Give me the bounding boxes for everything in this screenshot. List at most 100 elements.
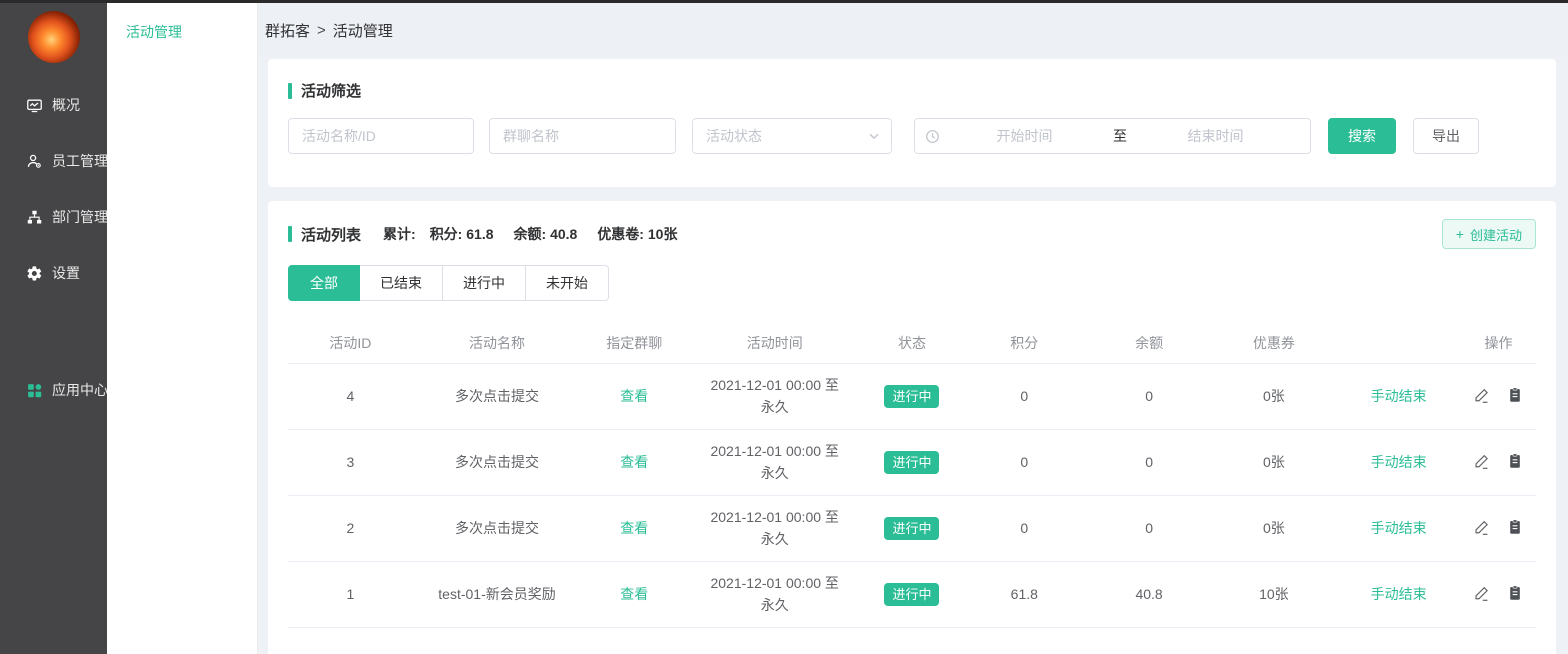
edit-icon[interactable] xyxy=(1473,387,1491,405)
export-button[interactable]: 导出 xyxy=(1413,118,1479,154)
clipboard-icon[interactable] xyxy=(1507,585,1525,603)
table-row: 3 多次点击提交 查看 2021-12-01 00:00 至永久 进行中 0 0… xyxy=(288,429,1536,495)
cell-time: 2021-12-01 00:00 至永久 xyxy=(687,429,862,495)
col-actions: 操作 xyxy=(1461,323,1536,363)
view-group-link[interactable]: 查看 xyxy=(620,454,648,470)
status-tabs: 全部 已结束 进行中 未开始 xyxy=(288,265,1536,301)
tab-ongoing[interactable]: 进行中 xyxy=(443,265,526,301)
sidebar-item-employees[interactable]: 员工管理 xyxy=(0,133,107,189)
cell-coupon: 0张 xyxy=(1211,495,1336,561)
activity-name-input[interactable] xyxy=(288,118,474,154)
table-row: 2 多次点击提交 查看 2021-12-01 00:00 至永久 进行中 0 0… xyxy=(288,495,1536,561)
manual-end-link[interactable]: 手动结束 xyxy=(1371,586,1427,602)
secondary-sidebar: 活动管理 xyxy=(107,3,258,654)
cell-balance: 0 xyxy=(1087,363,1212,429)
table-row: 4 多次点击提交 查看 2021-12-01 00:00 至永久 进行中 0 0… xyxy=(288,363,1536,429)
app-shell: 概况 员工管理 部门管理 设置 应用中心 活动管理 xyxy=(0,3,1568,654)
cell-time: 2021-12-01 00:00 至永久 xyxy=(687,495,862,561)
group-name-input[interactable] xyxy=(489,118,676,154)
cell-points: 0 xyxy=(962,429,1087,495)
cell-id: 4 xyxy=(288,363,413,429)
clipboard-icon[interactable] xyxy=(1507,519,1525,537)
cell-name: 多次点击提交 xyxy=(413,429,581,495)
sidebar-item-label: 部门管理 xyxy=(52,207,108,227)
search-button[interactable]: 搜索 xyxy=(1328,118,1396,154)
date-range-picker[interactable]: 开始时间 至 结束时间 xyxy=(914,118,1311,154)
create-activity-label: 创建活动 xyxy=(1470,225,1522,244)
manual-end-link[interactable]: 手动结束 xyxy=(1371,454,1427,470)
cell-points: 0 xyxy=(962,495,1087,561)
filter-card: 活动筛选 活动状态 开始时间 至 结束时间 搜索 导出 xyxy=(268,59,1556,187)
edit-icon[interactable] xyxy=(1473,453,1491,471)
activity-status-select[interactable]: 活动状态 xyxy=(692,118,892,154)
sidebar-item-label: 员工管理 xyxy=(52,151,108,171)
breadcrumb-parent[interactable]: 群拓客 xyxy=(265,20,310,41)
sidebar-item-label: 概况 xyxy=(52,95,80,115)
col-empty xyxy=(1336,323,1461,363)
sidebar-item-departments[interactable]: 部门管理 xyxy=(0,189,107,245)
summary-points: 积分: 61.8 xyxy=(430,224,494,244)
cell-coupon: 0张 xyxy=(1211,429,1336,495)
view-group-link[interactable]: 查看 xyxy=(620,388,648,404)
col-group: 指定群聊 xyxy=(581,323,687,363)
sidebar-item-label: 设置 xyxy=(52,263,80,283)
employee-icon xyxy=(26,153,43,170)
list-header: 活动列表 累计: 积分: 61.8 余额: 40.8 优惠卷: 10张 + 创建… xyxy=(288,219,1536,249)
col-activity-name: 活动名称 xyxy=(413,323,581,363)
filter-row: 活动状态 开始时间 至 结束时间 搜索 导出 xyxy=(288,118,1536,154)
range-separator: 至 xyxy=(1109,126,1131,146)
sidebar-item-settings[interactable]: 设置 xyxy=(0,245,107,301)
activity-list-card: 活动列表 累计: 积分: 61.8 余额: 40.8 优惠卷: 10张 + 创建… xyxy=(268,201,1556,654)
table-row: 1 test-01-新会员奖励 查看 2021-12-01 00:00 至永久 … xyxy=(288,561,1536,627)
cell-points: 0 xyxy=(962,363,1087,429)
gear-icon xyxy=(26,265,43,282)
cell-time: 2021-12-01 00:00 至永久 xyxy=(687,363,862,429)
clipboard-icon[interactable] xyxy=(1507,387,1525,405)
cell-points: 61.8 xyxy=(962,561,1087,627)
summary-coupon: 优惠卷: 10张 xyxy=(597,224,677,244)
activity-table: 活动ID 活动名称 指定群聊 活动时间 状态 积分 余额 优惠券 操作 4 xyxy=(288,323,1536,628)
chevron-down-icon xyxy=(867,129,881,143)
filter-title-text: 活动筛选 xyxy=(301,80,361,101)
start-time-placeholder: 开始时间 xyxy=(940,126,1109,146)
app-grid-icon xyxy=(26,382,43,399)
col-time: 活动时间 xyxy=(687,323,862,363)
status-select-placeholder: 活动状态 xyxy=(706,126,867,146)
view-group-link[interactable]: 查看 xyxy=(620,586,648,602)
main-content: 群拓客 > 活动管理 活动筛选 活动状态 开始时间 至 xyxy=(258,3,1568,654)
manual-end-link[interactable]: 手动结束 xyxy=(1371,388,1427,404)
cell-id: 2 xyxy=(288,495,413,561)
sidebar-item-app-center[interactable]: 应用中心 xyxy=(0,362,107,418)
breadcrumb-separator: > xyxy=(317,22,326,39)
list-section-title: 活动列表 xyxy=(288,224,361,245)
cell-id: 3 xyxy=(288,429,413,495)
edit-icon[interactable] xyxy=(1473,585,1491,603)
breadcrumb: 群拓客 > 活动管理 xyxy=(258,3,1568,57)
avatar[interactable] xyxy=(28,11,80,63)
end-time-placeholder: 结束时间 xyxy=(1131,126,1300,146)
table-header-row: 活动ID 活动名称 指定群聊 活动时间 状态 积分 余额 优惠券 操作 xyxy=(288,323,1536,363)
col-status: 状态 xyxy=(862,323,962,363)
status-badge: 进行中 xyxy=(884,385,939,408)
tab-ended[interactable]: 已结束 xyxy=(360,265,443,301)
tab-not-started[interactable]: 未开始 xyxy=(526,265,609,301)
filter-section-title: 活动筛选 xyxy=(288,80,1536,101)
create-activity-button[interactable]: + 创建活动 xyxy=(1442,219,1536,249)
summary-prefix: 累计: xyxy=(383,224,416,244)
cell-id: 1 xyxy=(288,561,413,627)
edit-icon[interactable] xyxy=(1473,519,1491,537)
submenu-item-activity-management[interactable]: 活动管理 xyxy=(107,3,257,42)
tab-all[interactable]: 全部 xyxy=(288,265,360,301)
chart-icon xyxy=(26,97,43,114)
sidebar-item-overview[interactable]: 概况 xyxy=(0,77,107,133)
section-accent-bar xyxy=(288,83,292,99)
cell-coupon: 0张 xyxy=(1211,363,1336,429)
cell-coupon: 10张 xyxy=(1211,561,1336,627)
plus-icon: + xyxy=(1456,226,1464,242)
cell-name: 多次点击提交 xyxy=(413,495,581,561)
view-group-link[interactable]: 查看 xyxy=(620,520,648,536)
status-badge: 进行中 xyxy=(884,517,939,540)
clipboard-icon[interactable] xyxy=(1507,453,1525,471)
org-chart-icon xyxy=(26,209,43,226)
manual-end-link[interactable]: 手动结束 xyxy=(1371,520,1427,536)
